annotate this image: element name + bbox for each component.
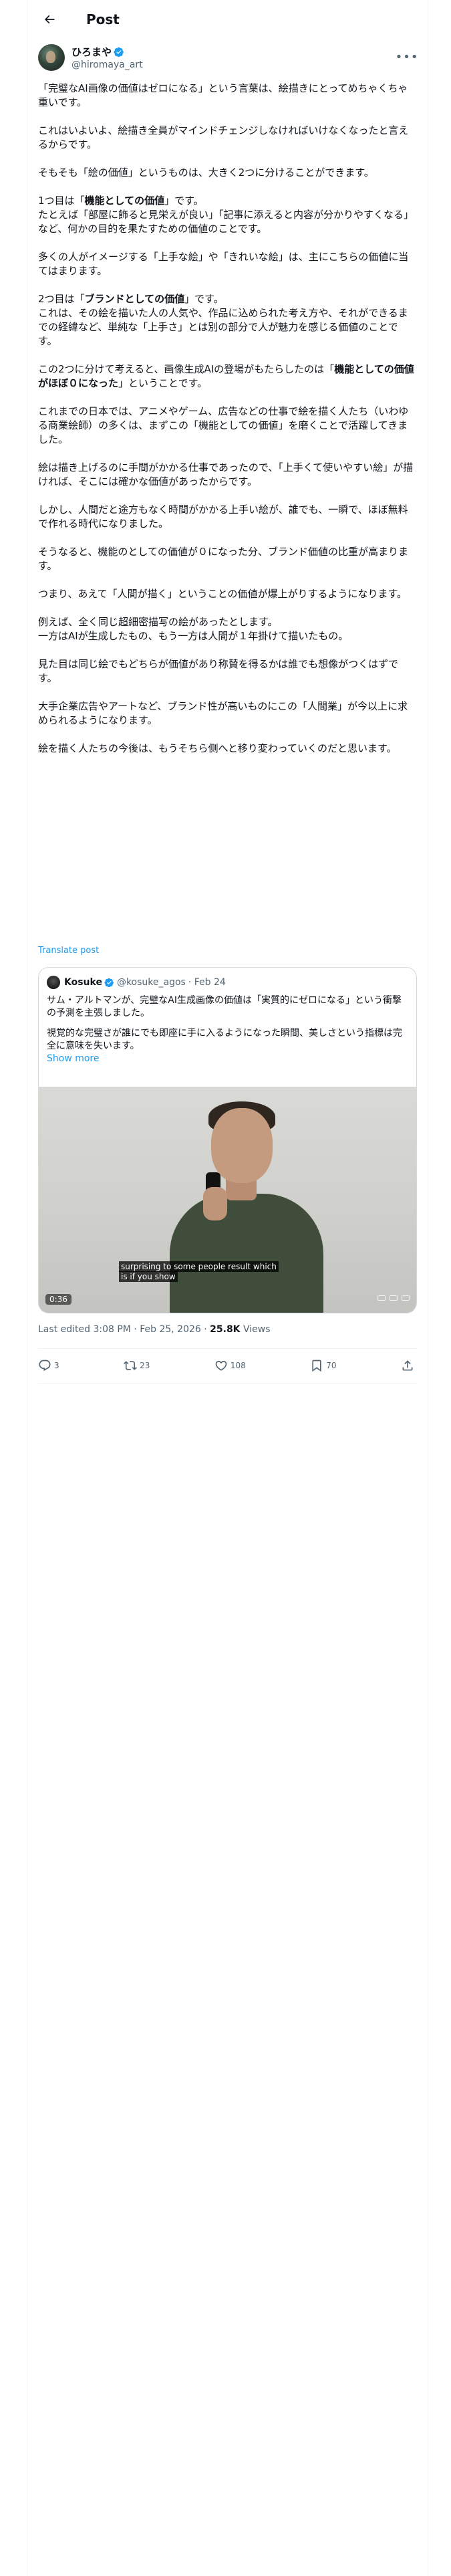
more-dots-icon: ••• <box>395 49 419 64</box>
translate-post-link[interactable]: Translate post <box>38 946 99 956</box>
heart-icon <box>215 1360 227 1371</box>
quote-handle: @kosuke_agos <box>116 977 186 988</box>
top-bar: Post <box>27 0 428 39</box>
verified-badge-icon <box>104 978 114 987</box>
share-icon <box>402 1360 413 1371</box>
tweet-text: 「完璧なAI画像の価値はゼロになる」という言葉は、絵描きにとってめちゃくちゃ重い… <box>38 82 417 770</box>
share-button[interactable] <box>401 1359 417 1372</box>
bookmark-icon <box>312 1360 321 1372</box>
views-count: 25.8K <box>210 1324 241 1335</box>
video-player[interactable]: surprising to some people result which i… <box>39 1087 416 1313</box>
tweet-paragraph: そうなると、機能のとしての価値が０になった分、ブランド価値の比重が高まります。 <box>38 546 408 572</box>
video-subtitle: surprising to some people result which i… <box>119 1261 339 1282</box>
like-button[interactable]: 108 <box>214 1359 246 1372</box>
author-display-name[interactable]: ひろまや <box>71 45 112 59</box>
main-column: Post ひろまや @hiromaya_art ••• 「完璧なAI画像の価値は… <box>27 0 428 2576</box>
divider <box>38 1348 417 1349</box>
tweet-paragraph-functional-value: 1つ目は「機能としての価値」です。 たとえば「部屋に飾ると見栄えが良い」「記事に… <box>38 195 414 235</box>
quoted-post-card[interactable]: Kosuke @kosuke_agos · Feb 24 サム・アルトマンが、完… <box>38 967 417 1313</box>
author-handle[interactable]: @hiromaya_art <box>71 60 143 70</box>
quote-text: サム・アルトマンが、完璧なAI生成画像の価値は「実質的にゼロになる」という衝撃の… <box>47 994 408 1065</box>
tweet-paragraph: これまでの日本では、アニメやゲーム、広告などの仕事で絵を描く人たち（いわゆる商業… <box>38 405 409 445</box>
video-person-body <box>170 1194 323 1313</box>
action-bar: 3 23 108 70 <box>38 1350 417 1382</box>
quote-date: · Feb 24 <box>188 977 226 988</box>
quote-display-name: Kosuke <box>64 977 102 988</box>
reply-button[interactable]: 3 <box>38 1359 59 1372</box>
repost-icon <box>124 1361 138 1370</box>
verified-badge-icon <box>114 47 124 57</box>
tweet-paragraph-ai-effect: この2つに分けて考えると、画像生成AIの登場がもたらしたのは「機能としての価値が… <box>38 363 414 389</box>
tweet-paragraph: 「完璧なAI画像の価値はゼロになる」という言葉は、絵描きにとってめちゃくちゃ重い… <box>38 82 408 108</box>
tweet-paragraph-brand-value: 2つ目は「ブランドとしての価値」です。 これは、その絵を描いた人の人気や、作品に… <box>38 293 408 347</box>
views-label: Views <box>240 1324 271 1335</box>
tweet-paragraph: 見た目は同じ絵でもどちらが価値があり称賛を得るかは誰でも想像がつくはずです。 <box>38 658 399 684</box>
page-title: Post <box>86 11 120 27</box>
author-info: ひろまや @hiromaya_art <box>71 45 143 70</box>
tweet-paragraph: 絵は描き上げるのに手間がかかる仕事であったので、「上手くて使いやすい絵」が描けれ… <box>38 461 414 488</box>
quote-avatar <box>47 976 60 989</box>
video-timestamp: 0:36 <box>45 1294 71 1305</box>
post-meta: Last edited 3:08 PM · Feb 25, 2026 · 25.… <box>38 1324 271 1335</box>
tweet-paragraph: 絵を描く人たちの今後は、もうそちら側へと移り変わっていくのだと思います。 <box>38 742 397 754</box>
video-controls[interactable] <box>378 1295 410 1301</box>
tweet-paragraph: つまり、あえて「人間が描く」ということの価値が爆上がりするようになります。 <box>38 588 408 600</box>
show-more-link[interactable]: Show more <box>47 1053 100 1064</box>
tweet-paragraph: 多くの人がイメージする「上手な絵」や「きれいな絵」は、主にこちらの価値に当てはま… <box>38 251 409 277</box>
quote-header: Kosuke @kosuke_agos · Feb 24 <box>47 976 226 989</box>
video-person-hand <box>203 1187 227 1220</box>
tweet-paragraph: 例えば、全く同じ超細密描写の絵があったとします。 一方はAIが生成したもの、もう… <box>38 616 349 642</box>
quote-paragraph: サム・アルトマンが、完璧なAI生成画像の価値は「実質的にゼロになる」という衝撃の… <box>47 995 402 1018</box>
author-row: ひろまや @hiromaya_art ••• <box>38 41 419 74</box>
video-person-head <box>211 1108 273 1183</box>
tweet-paragraph: そもそも「絵の価値」というものは、大きく2つに分けることができます。 <box>38 167 374 179</box>
divider <box>38 1383 417 1384</box>
more-options-button[interactable]: ••• <box>395 47 419 67</box>
tweet-paragraph: これはいよいよ、絵描き全員がマインドチェンジしなければいけなくなったと言えるから… <box>38 124 409 150</box>
captions-icon[interactable] <box>378 1295 386 1301</box>
settings-icon[interactable] <box>390 1295 398 1301</box>
bookmark-button[interactable]: 70 <box>310 1359 337 1372</box>
back-button[interactable] <box>38 8 61 31</box>
back-arrow-icon <box>44 15 55 24</box>
edited-timestamp[interactable]: Last edited 3:08 PM · Feb 25, 2026 · <box>38 1324 210 1335</box>
quote-paragraph: 視覚的な完璧さが誰にでも即座に手に入るようになった瞬間、美しさという指標は完全に… <box>47 1028 402 1051</box>
tweet-paragraph: しかし、人間だと途方もなく時間がかかる上手い絵が、誰でも、一瞬で、ほぼ無料で作れ… <box>38 504 408 530</box>
fullscreen-icon[interactable] <box>402 1295 410 1301</box>
repost-button[interactable]: 23 <box>124 1359 150 1372</box>
avatar[interactable] <box>38 44 65 71</box>
tweet-paragraph: 大手企業広告やアートなど、ブランド性が高いものにこの「人間業」が今以上に求められ… <box>38 700 408 726</box>
reply-icon <box>39 1360 51 1372</box>
